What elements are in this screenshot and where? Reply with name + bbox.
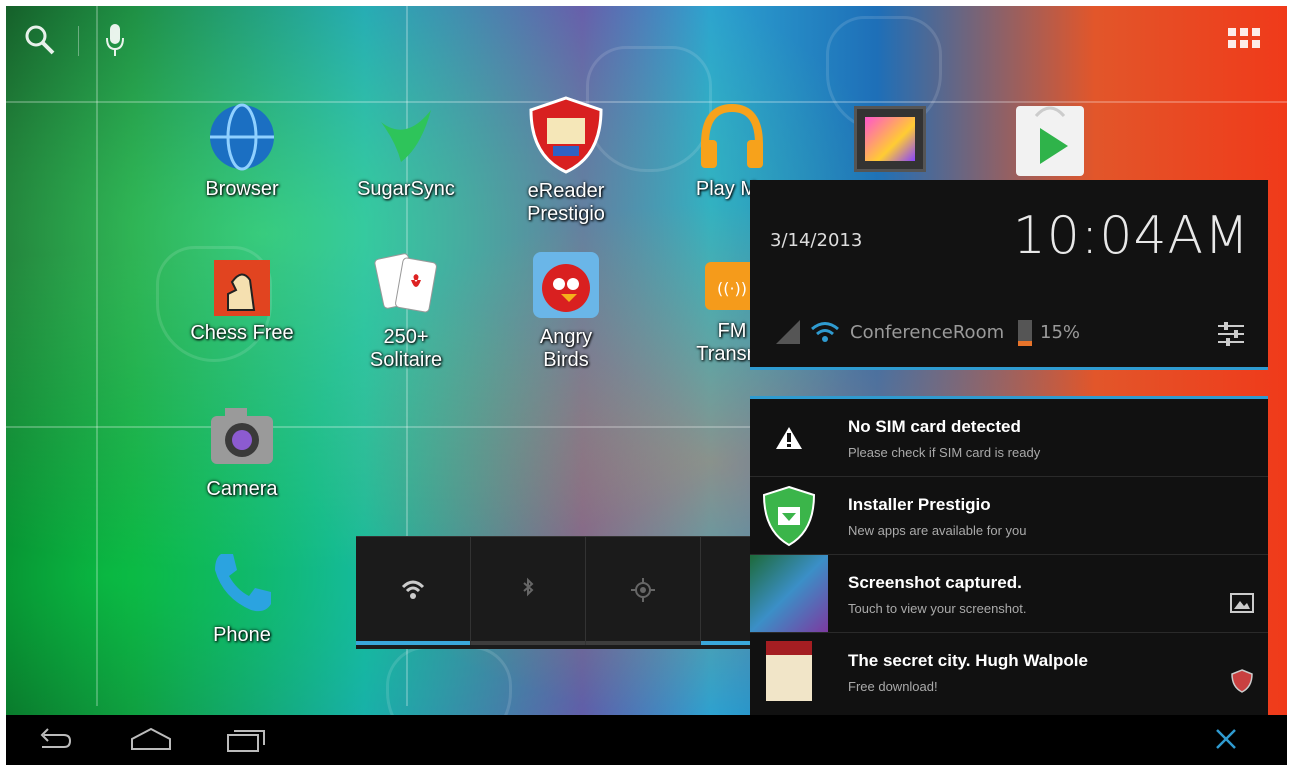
wifi-icon <box>810 320 840 348</box>
app-label: eReader Prestigio <box>527 180 605 225</box>
battery-percent: 15% <box>1040 322 1081 343</box>
app-angry-birds[interactable]: Angry Birds <box>506 250 626 372</box>
settings-sliders-icon[interactable] <box>1216 320 1246 352</box>
microphone-icon[interactable] <box>104 22 126 62</box>
top-divider <box>78 26 79 56</box>
header-divider <box>750 367 1268 370</box>
playing-cards-icon <box>371 250 441 320</box>
quick-settings-panel <box>356 536 815 649</box>
warning-icon <box>750 399 828 476</box>
notification-title: No SIM card detected <box>848 417 1021 436</box>
bluetooth-icon <box>515 577 541 603</box>
bg-line <box>6 426 766 428</box>
camera-icon <box>207 402 277 472</box>
image-icon <box>1230 591 1254 615</box>
notification-item[interactable]: No SIM card detected Please check if SIM… <box>750 399 1268 477</box>
notification-title: Screenshot captured. <box>848 573 1022 592</box>
all-apps-grid-icon[interactable] <box>1228 28 1260 54</box>
notification-item[interactable]: Screenshot captured. Touch to view your … <box>750 555 1268 633</box>
notification-item[interactable]: The secret city. Hugh Walpole Free downl… <box>750 633 1268 710</box>
notification-subtitle: Touch to view your screenshot. <box>848 601 1027 616</box>
wifi-icon <box>400 577 426 603</box>
clear-notifications-icon[interactable] <box>1214 727 1238 755</box>
app-sugarsync[interactable]: SugarSync <box>346 102 466 201</box>
app-label: 250+ Solitaire <box>369 326 443 371</box>
recents-icon[interactable] <box>226 725 268 759</box>
notification-subtitle: Please check if SIM card is ready <box>848 445 1041 460</box>
gps-icon <box>630 577 656 603</box>
phone-icon <box>207 548 277 618</box>
gps-toggle[interactable] <box>586 537 701 645</box>
app-label: Camera <box>206 478 278 500</box>
back-icon[interactable] <box>34 725 74 759</box>
toggle-indicator <box>356 641 470 645</box>
angry-bird-icon <box>531 250 601 320</box>
network-name: ConferenceRoom <box>850 322 1005 343</box>
clock: 10:04AM <box>1012 206 1250 266</box>
headphones-icon <box>697 102 767 172</box>
app-label: Phone <box>213 624 271 646</box>
app-solitaire[interactable]: 250+ Solitaire <box>346 250 466 372</box>
toggle-indicator <box>586 641 700 645</box>
app-ereader[interactable]: eReader Prestigio <box>506 96 626 226</box>
app-label: Angry Birds <box>539 326 593 371</box>
app-label: SugarSync <box>357 178 455 200</box>
notification-header: 3/14/2013 10:04AM ConferenceRoom 15% <box>750 180 1268 370</box>
app-chess[interactable]: Chess Free <box>182 256 302 345</box>
notification-subtitle: Free download! <box>848 679 938 694</box>
notification-list: No SIM card detected Please check if SIM… <box>750 396 1268 719</box>
app-label: Browser <box>205 178 279 200</box>
app-camera[interactable]: Camera <box>182 402 302 501</box>
bluetooth-toggle[interactable] <box>471 537 586 645</box>
app-phone[interactable]: Phone <box>182 548 302 647</box>
notification-item[interactable]: Installer Prestigio New apps are availab… <box>750 477 1268 555</box>
app-browser[interactable]: Browser <box>182 102 302 201</box>
svg-text:((·)): ((·)) <box>717 279 747 298</box>
globe-icon <box>207 102 277 172</box>
navigation-bar <box>6 715 1287 765</box>
date-label: 3/14/2013 <box>770 230 863 251</box>
battery-icon <box>1018 320 1032 346</box>
book-cover-icon <box>750 633 828 710</box>
gallery-icon[interactable] <box>854 106 926 172</box>
notification-title: Installer Prestigio <box>848 495 991 514</box>
app-label: Chess Free <box>190 322 294 344</box>
signal-icon <box>776 320 800 348</box>
home-icon[interactable] <box>128 725 174 759</box>
home-screen: Browser SugarSync eReader Prestigio Play… <box>6 6 1287 765</box>
ereader-badge-icon <box>1230 669 1254 693</box>
chess-icon <box>214 260 270 316</box>
screenshot-thumb-icon <box>750 555 828 632</box>
notification-subtitle: New apps are available for you <box>848 523 1027 538</box>
play-store-icon[interactable] <box>1016 106 1084 176</box>
notification-title: The secret city. Hugh Walpole <box>848 651 1088 670</box>
hummingbird-icon <box>371 102 441 172</box>
search-icon[interactable] <box>24 24 56 60</box>
installer-shield-icon <box>750 477 828 554</box>
ereader-shield-icon <box>529 96 603 174</box>
bg-line <box>96 6 98 706</box>
wifi-toggle[interactable] <box>356 537 471 645</box>
toggle-indicator <box>471 641 585 645</box>
